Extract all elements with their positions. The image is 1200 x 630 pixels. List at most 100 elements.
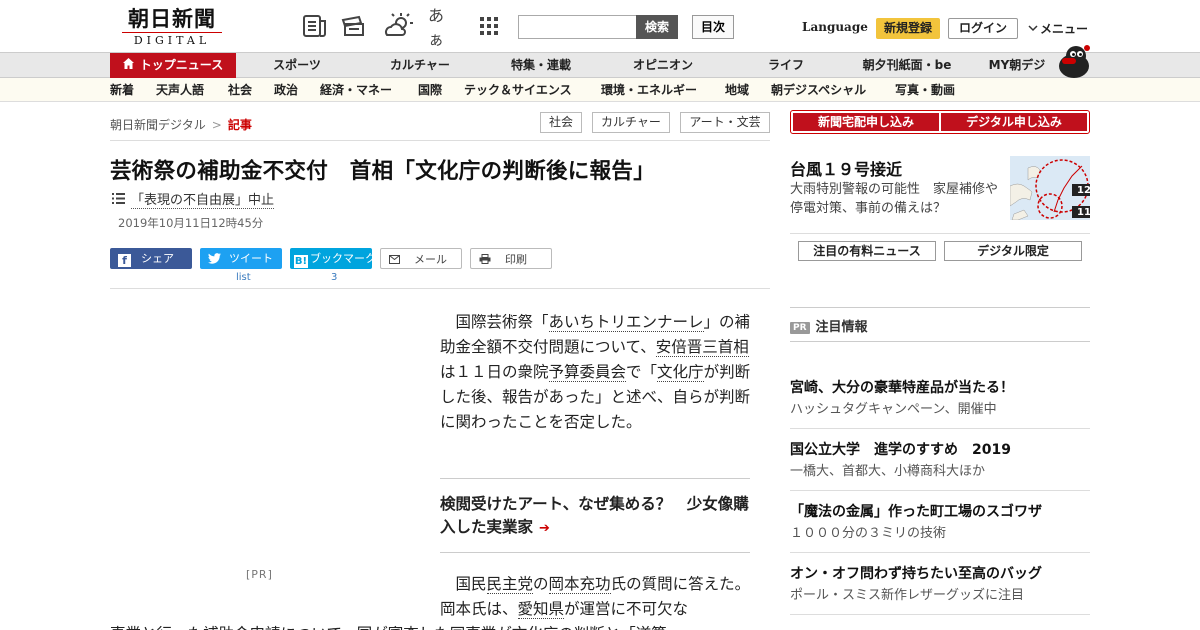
- keyword-link[interactable]: 岡本充功: [548, 575, 611, 594]
- hatena-count[interactable]: 3: [331, 272, 337, 283]
- keyword-link[interactable]: 予算委員会: [548, 363, 627, 382]
- publish-date: 2019年10月11日12時45分: [118, 216, 264, 230]
- site-header: 朝日新聞 DIGITAL あぁ 検索 目次 Language 新規登録 ログイン…: [0, 0, 1200, 52]
- subnav-tech[interactable]: テック＆サイエンス: [464, 78, 572, 102]
- subnav-politics[interactable]: 政治: [274, 78, 298, 102]
- search-button[interactable]: 検索: [636, 15, 678, 39]
- pr-section-heading: PR 注目情報: [790, 316, 868, 335]
- paragraph-text: 国民: [440, 575, 487, 593]
- share-label: メール: [414, 253, 447, 266]
- subnav-international[interactable]: 国際: [418, 78, 442, 102]
- paragraph-text: の: [533, 575, 549, 593]
- typhoon-map-label: 12: [1077, 185, 1090, 196]
- paragraph-text: で「: [626, 363, 658, 381]
- site-logo[interactable]: 朝日新聞 DIGITAL: [114, 6, 230, 48]
- subnav-society[interactable]: 社会: [228, 78, 252, 102]
- chevron-down-icon: [1028, 25, 1038, 32]
- search-input[interactable]: [518, 15, 638, 39]
- nav-my-asahi[interactable]: MY朝デジ: [982, 53, 1052, 78]
- subnav-latest[interactable]: 新着: [110, 78, 134, 102]
- series-link[interactable]: 「表現の不自由展」中止: [131, 193, 275, 209]
- nav-opinion[interactable]: オピニオン: [616, 53, 710, 78]
- subnav-photo-video[interactable]: 写真・動画: [895, 78, 955, 102]
- nav-top-news[interactable]: トップニュース: [110, 53, 236, 78]
- subscribe-digital-button[interactable]: デジタル申し込み: [941, 113, 1087, 131]
- subnav-economy[interactable]: 経済・マネー: [320, 78, 392, 102]
- print-button[interactable]: 印刷: [470, 248, 552, 269]
- breadcrumb-current: 記事: [227, 118, 252, 132]
- breadcrumb: 朝日新聞デジタル > 記事: [110, 116, 252, 133]
- toc-button[interactable]: 目次: [692, 15, 734, 39]
- twitter-share-button[interactable]: ツイート: [200, 248, 282, 269]
- pr-item-subtitle: ポール・スミス新作レザーグッズに注目: [790, 588, 1025, 603]
- pr-item-subtitle: ハッシュタグキャンペーン、開催中: [790, 402, 997, 417]
- facebook-icon: f: [118, 254, 131, 267]
- facebook-share-button[interactable]: f シェア: [110, 248, 192, 269]
- nav-life[interactable]: ライフ: [744, 53, 828, 78]
- paragraph-text: が運営に不可欠な: [564, 600, 689, 618]
- logo-text: 朝日新聞: [128, 6, 216, 31]
- digital-only-button[interactable]: デジタル限定: [944, 241, 1082, 261]
- breadcrumb-home[interactable]: 朝日新聞デジタル: [110, 118, 206, 132]
- magazine-icon[interactable]: [340, 12, 370, 40]
- typhoon-map-label: 11: [1077, 207, 1090, 218]
- keyword-link[interactable]: 安倍晋三首相: [655, 338, 749, 357]
- typhoon-description[interactable]: 大雨特別警報の可能性 家屋補修や停電対策、事前の備えは？: [790, 180, 1006, 218]
- grid-apps-icon[interactable]: [474, 12, 504, 40]
- tag-art[interactable]: アート・文芸: [680, 112, 770, 133]
- pr-item[interactable]: 宮崎、大分の豪華特産品が当たる！ ハッシュタグキャンペーン、開催中: [790, 378, 1090, 420]
- mail-icon: [389, 250, 400, 268]
- subscribe-paper-button[interactable]: 新聞宅配申し込み: [793, 113, 939, 131]
- keyword-link[interactable]: あいちトリエンナーレ: [548, 313, 704, 332]
- weather-icon[interactable]: [384, 12, 414, 40]
- paid-news-button[interactable]: 注目の有料ニュース: [798, 241, 936, 261]
- mail-share-button[interactable]: メール: [380, 248, 462, 269]
- subnav-special[interactable]: 朝デジスペシャル: [771, 78, 866, 102]
- hatena-bookmark-button[interactable]: B! ブックマーク: [290, 248, 372, 269]
- menu-label: メニュー: [1040, 22, 1089, 36]
- share-label: 印刷: [505, 253, 527, 266]
- keyword-link[interactable]: 文化庁: [657, 363, 704, 382]
- keyword-link[interactable]: 愛知県: [517, 600, 565, 619]
- font-size-icon[interactable]: あぁ: [428, 6, 458, 49]
- twitter-count[interactable]: list: [236, 272, 251, 283]
- article-title: 芸術祭の補助金不交付 首相「文化庁の判断後に報告」: [110, 159, 656, 184]
- print-icon: [479, 250, 491, 268]
- pr-item[interactable]: オン・オフ問わず持ちたい至高のバッグ ポール・スミス新作レザーグッズに注目: [790, 564, 1090, 606]
- tag-culture[interactable]: カルチャー: [592, 112, 670, 133]
- subnav-region[interactable]: 地域: [725, 78, 749, 102]
- typhoon-map-image[interactable]: 12 11: [1010, 156, 1090, 220]
- newspaper-icon[interactable]: [300, 12, 330, 40]
- pr-item[interactable]: 「魔法の金属」作った町工場のスゴワザ １０００分の３ミリの技術: [790, 502, 1090, 544]
- keyword-link[interactable]: 民主党: [486, 575, 534, 594]
- login-button[interactable]: ログイン: [948, 18, 1018, 39]
- subnav-environment[interactable]: 環境・エネルギー: [601, 78, 697, 102]
- nav-label: トップニュース: [139, 58, 224, 72]
- mascot-icon[interactable]: [1054, 44, 1092, 78]
- logo-subtext: DIGITAL: [122, 32, 222, 47]
- pr-item[interactable]: 国公立大学 進学のすすめ 2019 一橋大、首都大、小樽商科大ほか: [790, 440, 1090, 482]
- series-link-row: 「表現の不自由展」中止: [112, 189, 275, 209]
- nav-paper[interactable]: 朝夕刊紙面・be: [852, 53, 962, 78]
- signup-button[interactable]: 新規登録: [876, 18, 940, 39]
- nav-features[interactable]: 特集・連載: [494, 53, 588, 78]
- divider: [110, 140, 770, 141]
- article-paragraph-1: 国際芸術祭「あいちトリエンナーレ」の補助金全額不交付問題について、安倍晋三首相は…: [440, 310, 752, 435]
- pr-item-subtitle: １０００分の３ミリの技術: [790, 526, 947, 541]
- language-link[interactable]: Language: [802, 20, 868, 34]
- ad-label: [PR]: [246, 568, 273, 581]
- breadcrumb-separator: >: [211, 118, 222, 132]
- related-article-box[interactable]: 検閲受けたアート、なぜ集める？ 少女像購入した実業家 ➔: [440, 478, 750, 553]
- pr-item-title: 宮崎、大分の豪華特産品が当たる！: [790, 380, 1014, 396]
- nav-sports[interactable]: スポーツ: [252, 53, 342, 78]
- tag-society[interactable]: 社会: [540, 112, 582, 133]
- divider: [790, 233, 1090, 234]
- pr-item-title: 「魔法の金属」作った町工場のスゴワザ: [790, 504, 1042, 520]
- typhoon-headline[interactable]: 台風１９号接近: [790, 156, 902, 180]
- subnav-tensei[interactable]: 天声人語: [156, 78, 204, 102]
- article-paragraph-3: 事業と行った補助金申請について、国が審査した同事業が文化庁の判断と「逆算: [110, 622, 750, 630]
- nav-culture[interactable]: カルチャー: [372, 53, 468, 78]
- menu-button[interactable]: メニュー: [1028, 20, 1088, 37]
- pr-item-title: オン・オフ問わず持ちたい至高のバッグ: [790, 566, 1042, 582]
- divider: [790, 552, 1090, 553]
